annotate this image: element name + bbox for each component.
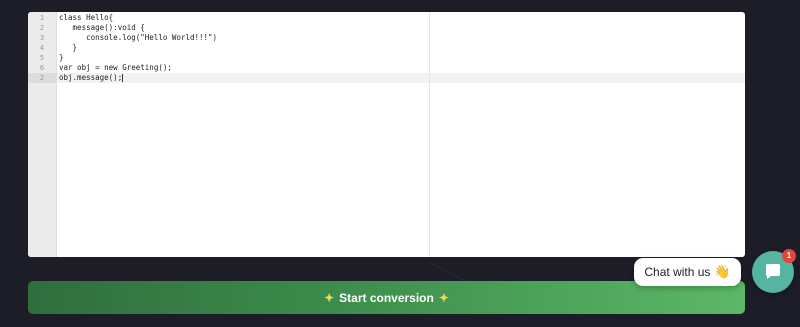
line-number: 2 bbox=[39, 24, 45, 32]
code-line-active[interactable]: obj.message(); bbox=[57, 73, 745, 83]
line-number: 1 bbox=[39, 14, 45, 22]
print-margin-guide bbox=[429, 12, 430, 257]
text-cursor bbox=[122, 74, 124, 82]
code-text-area[interactable]: class Hello{ message():void { console.lo… bbox=[57, 12, 745, 257]
line-number: 6 bbox=[39, 64, 45, 72]
code-line[interactable]: console.log("Hello World!!!") bbox=[57, 33, 745, 43]
unread-count-badge: 1 bbox=[782, 249, 796, 263]
sparkle-icon: ✦ bbox=[324, 290, 335, 305]
line-number: 4 bbox=[39, 44, 45, 52]
line-number: 5 bbox=[39, 54, 45, 62]
code-editor[interactable]: 1 2 3 4 5 6 2 class Hello{ message():voi… bbox=[28, 12, 745, 257]
chat-prompt-label: Chat with us bbox=[644, 265, 711, 279]
start-conversion-label: Start conversion bbox=[339, 290, 434, 305]
start-conversion-button[interactable]: ✦ Start conversion ✦ bbox=[28, 281, 745, 314]
code-line-text: obj.message(); bbox=[59, 73, 123, 82]
chat-icon bbox=[766, 264, 780, 279]
code-line[interactable]: class Hello{ bbox=[57, 13, 745, 23]
code-line[interactable]: } bbox=[57, 43, 745, 53]
line-number-active: 2 bbox=[28, 73, 56, 83]
line-number-gutter: 1 2 3 4 5 6 2 bbox=[28, 12, 57, 257]
code-line[interactable]: var obj = new Greeting(); bbox=[57, 63, 745, 73]
chat-prompt-bubble[interactable]: Chat with us 👋 bbox=[634, 258, 741, 286]
page: 1 2 3 4 5 6 2 class Hello{ message():voi… bbox=[0, 0, 800, 327]
waving-hand-icon: 👋 bbox=[714, 264, 731, 279]
sparkle-icon: ✦ bbox=[438, 290, 449, 305]
code-line[interactable]: } bbox=[57, 53, 745, 63]
line-number: 3 bbox=[39, 34, 45, 42]
code-line[interactable]: message():void { bbox=[57, 23, 745, 33]
